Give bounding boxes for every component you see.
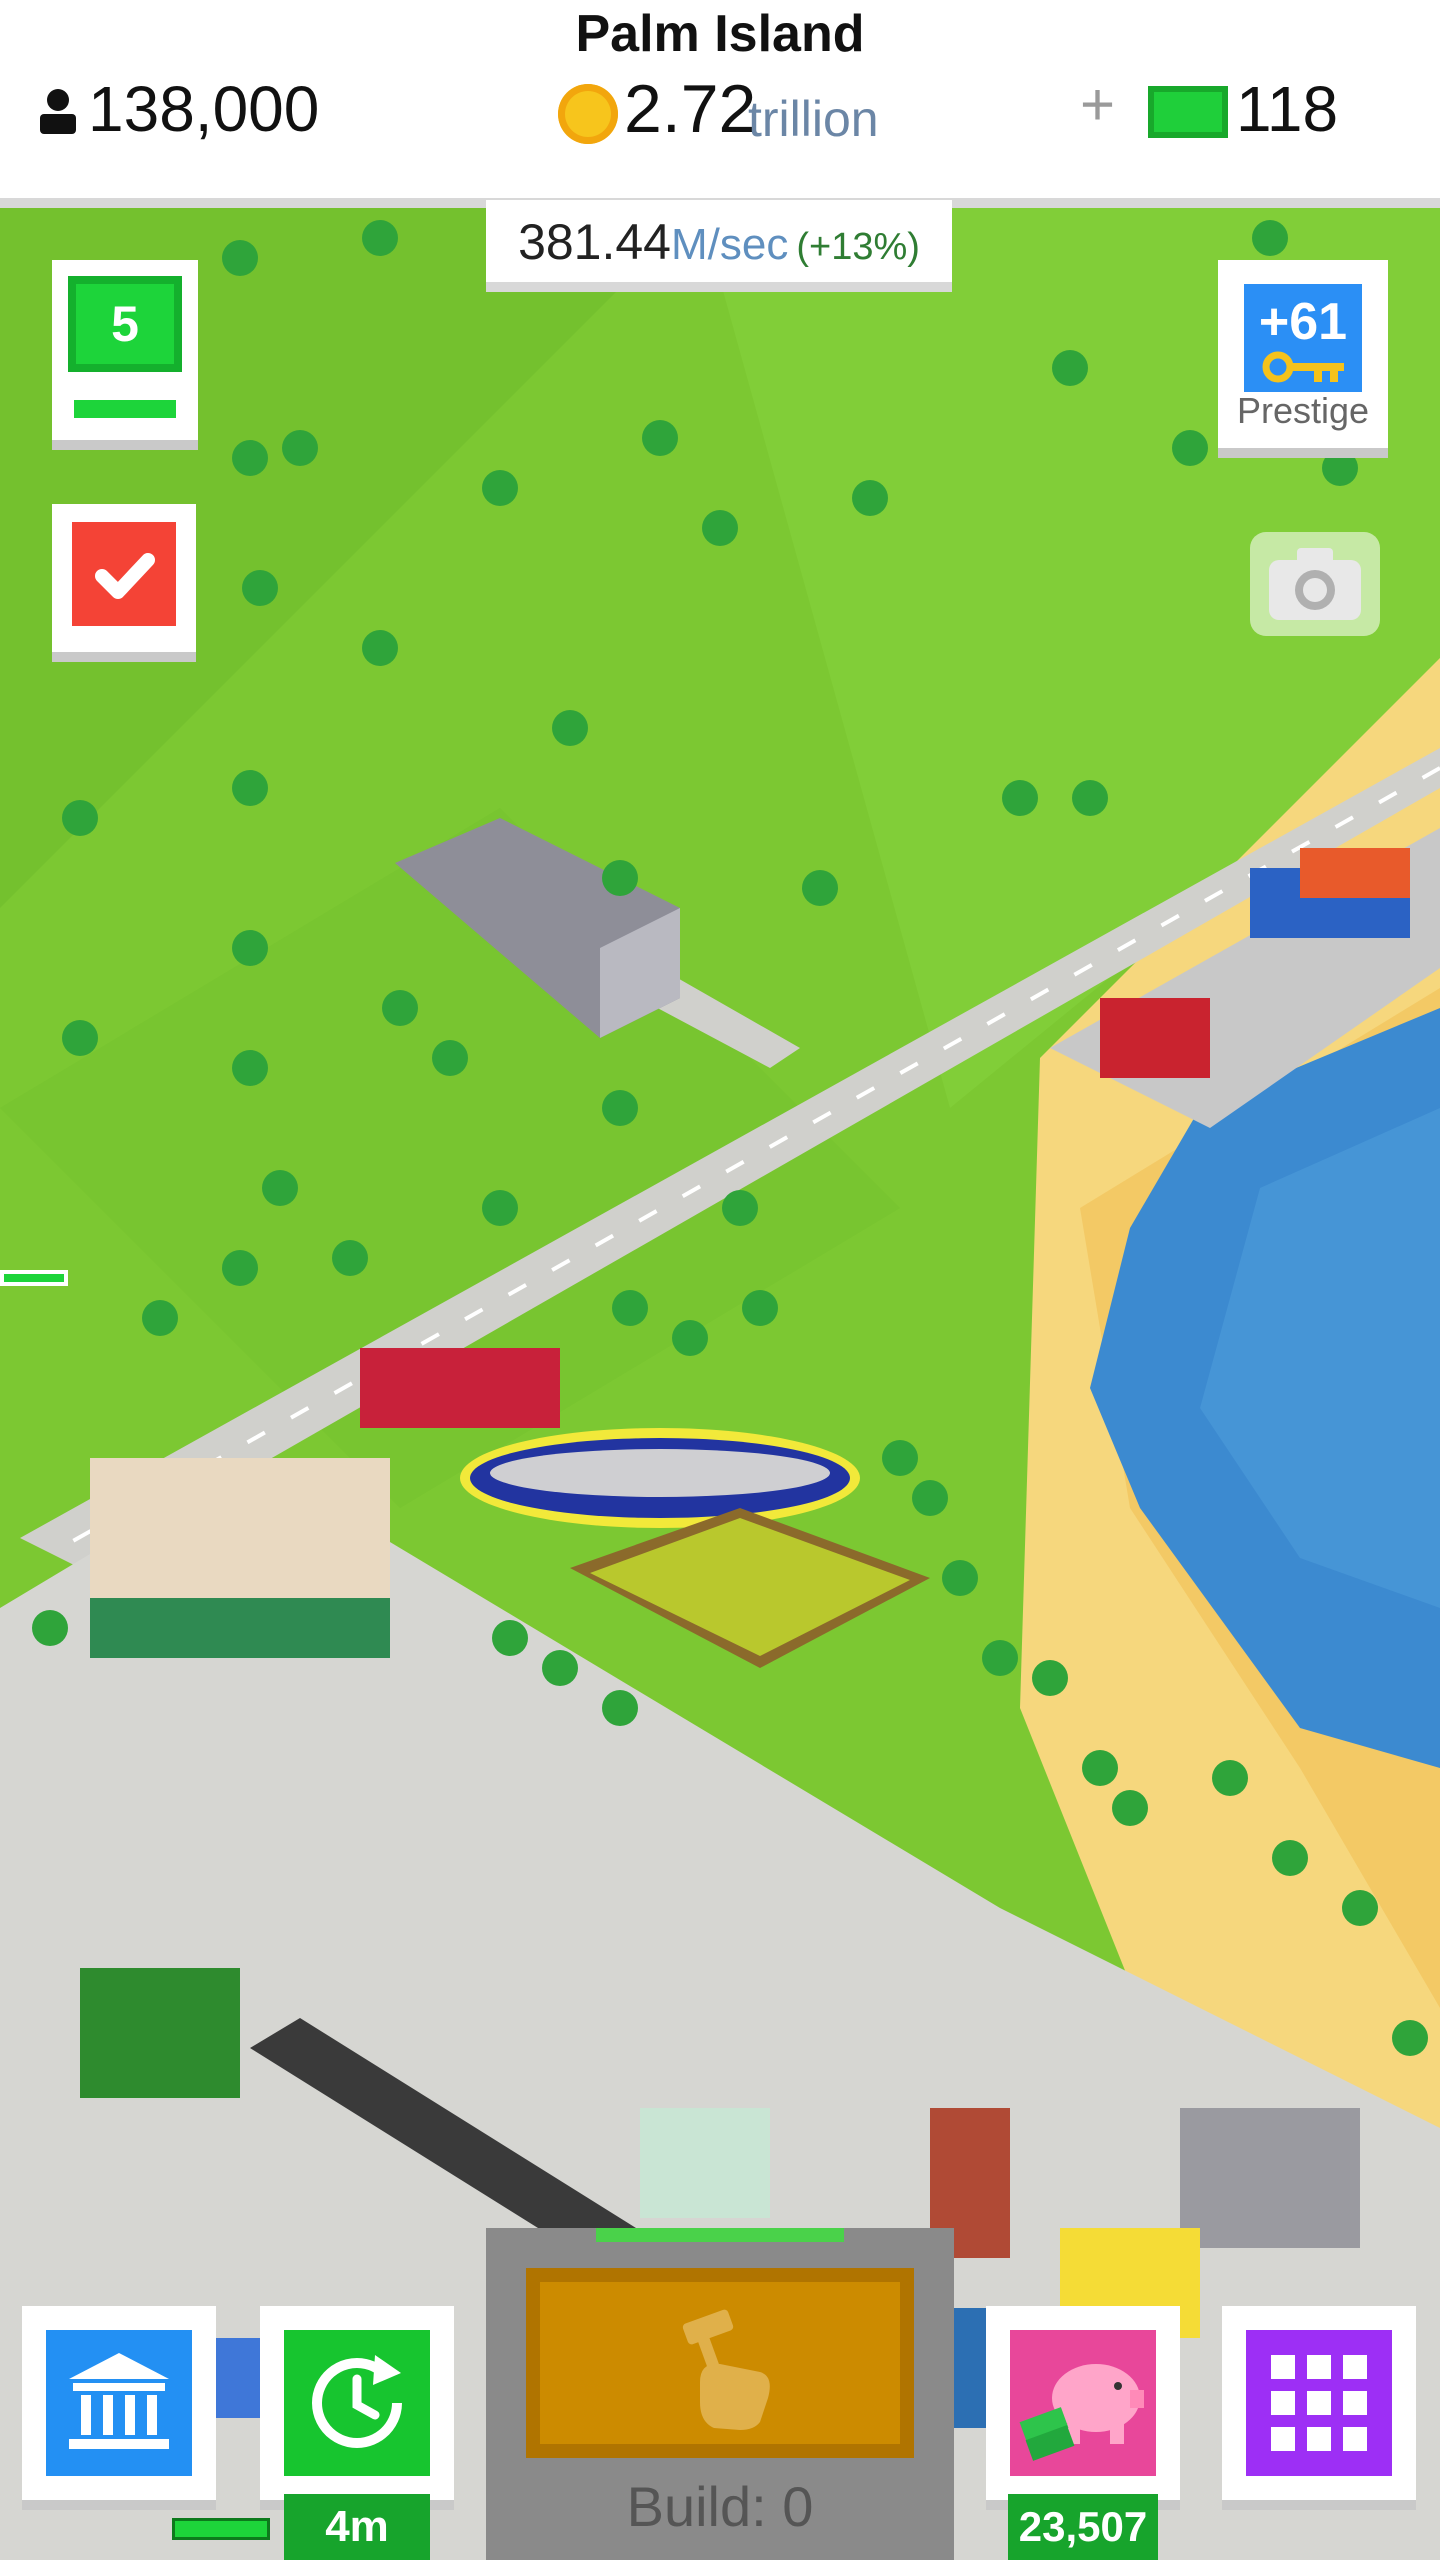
menu-badge <box>1246 2330 1392 2476</box>
clock-refresh-icon <box>312 2355 402 2448</box>
piggy-bank-button[interactable] <box>986 2306 1180 2500</box>
hammer-hand-icon <box>682 2309 770 2430</box>
level-number: 5 <box>68 276 182 372</box>
museum-progress-bar <box>172 2518 270 2540</box>
piggy-bank-value: 23,507 <box>1008 2494 1158 2560</box>
build-count-label: Build: 0 <box>626 2475 814 2538</box>
income-bonus: (+13%) <box>796 226 920 268</box>
income-value: 381.44 <box>518 214 671 270</box>
museum-icon <box>69 2353 169 2449</box>
income-rate-display[interactable]: 381.44M/sec (+13%) <box>486 200 952 292</box>
island-world[interactable] <box>0 208 1440 2560</box>
cash-icon[interactable] <box>1148 86 1228 138</box>
build-button[interactable] <box>526 2268 914 2458</box>
coins-unit: trillion <box>748 91 879 147</box>
build-progress-bar <box>596 2228 844 2242</box>
prestige-badge: +61 <box>1244 284 1362 392</box>
coin-icon <box>558 84 618 144</box>
prestige-value: +61 <box>1258 293 1348 351</box>
coins-value: 2.72 <box>624 71 757 147</box>
key-icon <box>1262 351 1344 383</box>
cash-count: 118 <box>1236 73 1339 145</box>
buy-cash-button[interactable]: + <box>1080 70 1115 139</box>
level-button[interactable]: 5 <box>52 260 198 440</box>
prestige-label: Prestige <box>1236 390 1370 431</box>
tasks-badge <box>72 522 176 626</box>
boost-badge <box>284 2330 430 2476</box>
person-icon <box>40 89 76 134</box>
boost-button[interactable] <box>260 2306 454 2500</box>
piggy-bank-icon <box>1019 2364 1144 2461</box>
museum-button[interactable] <box>22 2306 216 2500</box>
camera-button[interactable] <box>1250 532 1380 636</box>
boost-timer: 4m <box>284 2494 430 2560</box>
island-name: Palm Island <box>575 5 865 63</box>
menu-button[interactable] <box>1222 2306 1416 2500</box>
prestige-button[interactable]: +61 Prestige <box>1218 260 1388 448</box>
income-unit: M/sec <box>671 220 789 269</box>
level-progress-bar <box>74 400 176 418</box>
tasks-button[interactable] <box>52 504 196 652</box>
population-count: 138,000 <box>88 73 320 145</box>
piggy-bank-badge <box>1010 2330 1156 2476</box>
grid-icon <box>1271 2355 1367 2451</box>
museum-badge <box>46 2330 192 2476</box>
camera-icon <box>1269 548 1361 620</box>
top-status-bar: Palm Island 138,000 2.72 trillion + 118 <box>0 0 1440 208</box>
build-panel[interactable]: Build: 0 <box>486 2228 954 2560</box>
checkmark-icon <box>95 553 155 599</box>
